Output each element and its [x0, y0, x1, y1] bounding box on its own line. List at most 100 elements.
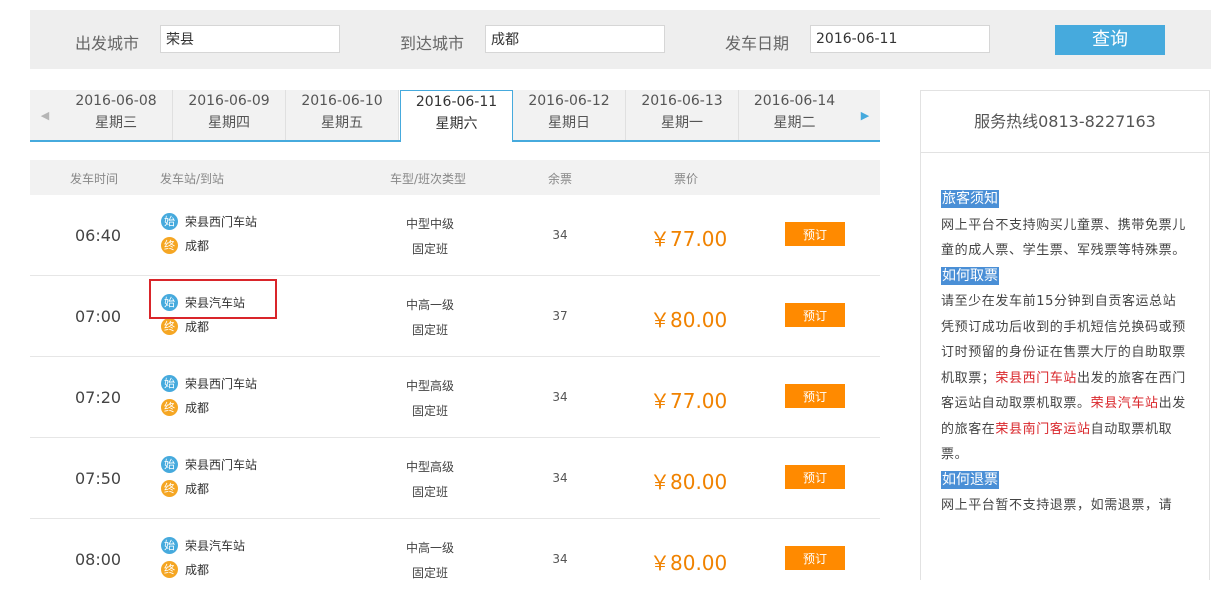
arrival-label: 到达城市 — [400, 34, 465, 53]
prev-arrow-icon[interactable]: ◀ — [30, 90, 60, 140]
date-tab[interactable]: 2016-06-10 星期五 — [286, 90, 399, 140]
refund-heading: 如何退票 — [941, 470, 999, 489]
departure-time: 07:20 — [75, 388, 122, 407]
ticket-price: ￥77.00 — [650, 227, 728, 251]
service-hotline: 服务热线0813-8227163 — [921, 91, 1209, 153]
seats-left: 34 — [552, 552, 568, 566]
vehicle-type: 中型中级 — [405, 217, 454, 231]
vehicle-type: 中高一级 — [405, 541, 454, 555]
table-header: 发车时间 发车站/到站 车型/班次类型 余票 票价 — [30, 160, 880, 195]
header-type: 车型/班次类型 — [390, 172, 467, 186]
departure-time: 07:00 — [75, 307, 122, 326]
tab-date: 2016-06-09 — [188, 93, 270, 109]
from-station-name: 荣县西门车站 — [185, 215, 258, 229]
tab-date: 2016-06-10 — [301, 93, 383, 109]
departure-time: 08:00 — [75, 550, 122, 569]
seats-left: 34 — [552, 228, 568, 242]
search-button[interactable]: 查询 — [1055, 25, 1165, 55]
to-station: 终成都 — [161, 237, 209, 254]
next-arrow-icon[interactable]: ▶ — [850, 90, 880, 140]
date-label: 发车日期 — [725, 34, 790, 53]
start-badge-icon: 始 — [161, 456, 178, 473]
tab-date: 2016-06-14 — [753, 93, 836, 109]
table-row: 07:50 始荣县西门车站 终成都 中型高级 固定班 34 ￥80.00 预订 — [30, 438, 880, 519]
ticket-price: ￥80.00 — [650, 551, 728, 575]
pickup-heading: 如何取票 — [941, 266, 999, 285]
search-bar: 出发城市 到达城市 发车日期 查询 — [30, 10, 1211, 69]
departure-input[interactable] — [160, 25, 340, 53]
ticket-price: ￥80.00 — [650, 308, 728, 332]
station-link: 荣县西门车站 — [995, 370, 1078, 386]
from-station-name: 荣县西门车站 — [185, 458, 258, 472]
vehicle-type: 中高一级 — [405, 298, 454, 312]
schedule-type: 固定班 — [411, 485, 448, 499]
to-station: 终成都 — [161, 561, 209, 578]
from-station: 始荣县西门车站 — [161, 456, 257, 473]
tab-date: 2016-06-08 — [75, 93, 157, 109]
book-button[interactable]: 预订 — [785, 222, 845, 246]
end-badge-icon: 终 — [161, 237, 178, 254]
date-input[interactable] — [810, 25, 990, 53]
arrival-input[interactable] — [485, 25, 665, 53]
book-button[interactable]: 预订 — [785, 465, 845, 489]
seats-left: 34 — [552, 471, 568, 485]
from-station: 始荣县西门车站 — [161, 375, 257, 392]
header-time: 发车时间 — [70, 172, 119, 186]
seats-left: 34 — [552, 390, 568, 404]
tab-weekday: 星期五 — [321, 115, 363, 131]
to-station: 终成都 — [161, 480, 209, 497]
to-station-name: 成都 — [185, 563, 210, 577]
station-link: 荣县南门客运站 — [995, 421, 1091, 437]
date-tab[interactable]: 2016-06-09 星期四 — [173, 90, 286, 140]
date-tab[interactable]: 2016-06-13 星期一 — [626, 90, 739, 140]
tab-weekday: 星期日 — [548, 115, 590, 131]
pickup-text: 请至少在发车前15分钟到自贡客运总站凭预订成功后收到的手机短信兑换码或预订时预留… — [941, 289, 1189, 468]
header-price: 票价 — [674, 172, 699, 186]
notice-heading: 旅客须知 — [941, 190, 999, 208]
vehicle-type: 中型高级 — [405, 379, 454, 393]
date-tab[interactable]: 2016-06-12 星期日 — [513, 90, 626, 140]
book-button[interactable]: 预订 — [785, 303, 845, 327]
to-station-name: 成都 — [185, 239, 210, 253]
tab-weekday: 星期四 — [208, 115, 250, 131]
station-link: 荣县汽车站 — [1090, 396, 1159, 411]
ticket-price: ￥80.00 — [650, 470, 728, 494]
header-seats: 余票 — [548, 172, 573, 186]
table-row: 06:40 始荣县西门车站 终成都 中型中级 固定班 34 ￥77.00 预订 — [30, 195, 880, 276]
to-station: 终成都 — [161, 318, 209, 335]
from-station-name: 荣县汽车站 — [185, 539, 246, 553]
book-button[interactable]: 预订 — [785, 384, 845, 408]
annotation-highlight-box — [149, 279, 277, 319]
date-tab-list: 2016-06-08 星期三 2016-06-09 星期四 2016-06-10… — [60, 90, 850, 142]
tab-date: 2016-06-13 — [641, 93, 723, 109]
to-station-name: 成都 — [185, 401, 210, 415]
tab-weekday: 星期二 — [773, 115, 816, 131]
notice-content: 旅客须知 网上平台不支持购买儿童票、携带免票儿童的成人票、学生票、军残票等特殊票… — [921, 153, 1209, 519]
date-tab[interactable]: 2016-06-14 星期二 — [739, 90, 850, 140]
departure-label: 出发城市 — [75, 34, 140, 53]
end-badge-icon: 终 — [161, 318, 178, 335]
ticket-price: ￥77.00 — [650, 389, 728, 413]
schedule-type: 固定班 — [411, 404, 448, 418]
date-tab[interactable]: 2016-06-08 星期三 — [60, 90, 173, 140]
to-station-name: 成都 — [185, 320, 210, 334]
header-station: 发车站/到站 — [160, 172, 225, 186]
tab-date: 2016-06-12 — [528, 93, 610, 109]
date-tab-active[interactable]: 2016-06-11 星期六 — [400, 90, 513, 142]
end-badge-icon: 终 — [161, 561, 178, 578]
table-row: 08:00 始荣县汽车站 终成都 中高一级 固定班 34 ￥80.00 预订 — [30, 519, 880, 600]
from-station: 始荣县西门车站 — [161, 213, 257, 230]
start-badge-icon: 始 — [161, 537, 178, 554]
tab-weekday: 星期六 — [435, 116, 478, 132]
info-sidebar: 服务热线0813-8227163 旅客须知 网上平台不支持购买儿童票、携带免票儿… — [920, 90, 1210, 580]
tab-date: 2016-06-11 — [415, 94, 498, 110]
book-button[interactable]: 预订 — [785, 546, 845, 570]
to-station-name: 成都 — [185, 482, 210, 496]
date-tabs: ◀ 2016-06-08 星期三 2016-06-09 星期四 2016-06-… — [30, 90, 880, 142]
departure-time: 06:40 — [75, 226, 122, 245]
refund-text: 网上平台暂不支持退票，如需退票，请 — [941, 498, 1173, 513]
from-station: 始荣县汽车站 — [161, 537, 245, 554]
notice-text: 网上平台不支持购买儿童票、携带免票儿童的成人票、学生票、军残票等特殊票。 — [941, 217, 1186, 259]
table-row: 07:20 始荣县西门车站 终成都 中型高级 固定班 34 ￥77.00 预订 — [30, 357, 880, 438]
end-badge-icon: 终 — [161, 399, 178, 416]
